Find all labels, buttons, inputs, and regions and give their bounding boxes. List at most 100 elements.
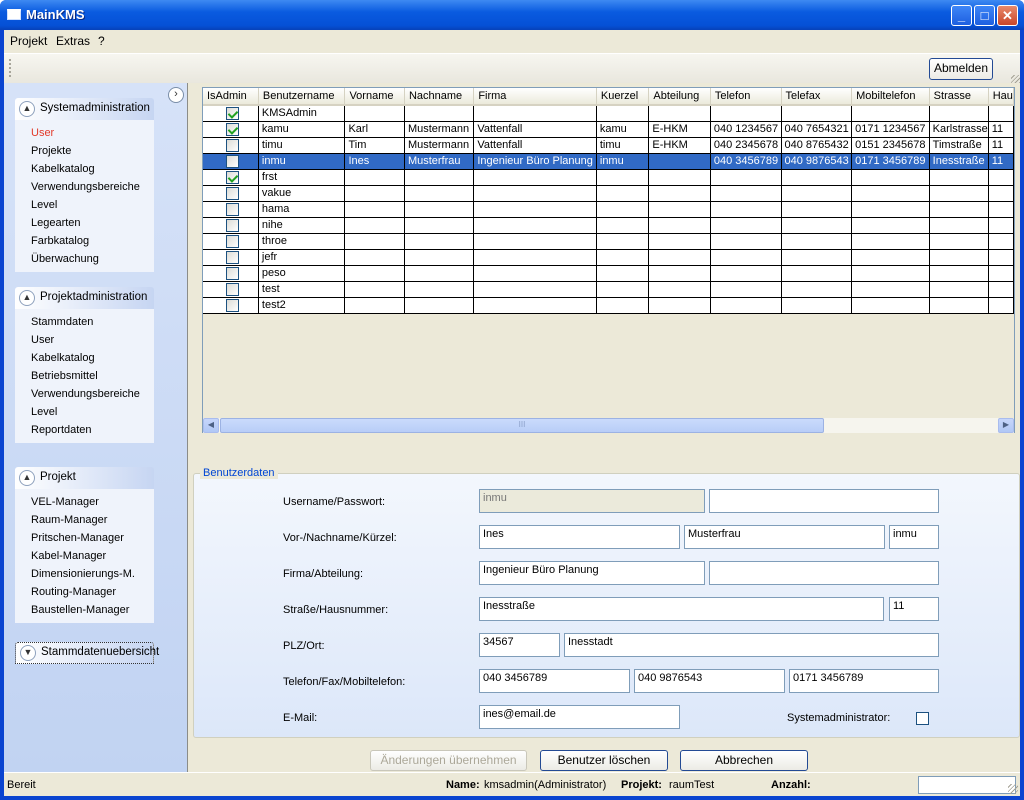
table-cell[interactable] [929, 201, 989, 218]
table-cell[interactable] [988, 265, 1014, 282]
title-bar[interactable]: MainKMS _ □ ✕ [0, 0, 1024, 30]
table-cell[interactable] [648, 105, 711, 122]
table-cell[interactable] [596, 297, 650, 314]
column-header[interactable]: Strasse [929, 88, 989, 106]
street-field[interactable]: Inesstraße [479, 597, 884, 621]
table-cell[interactable] [596, 217, 650, 234]
table-cell[interactable] [344, 201, 405, 218]
table-cell[interactable] [781, 217, 853, 234]
table-cell[interactable]: 0151 2345678 [851, 137, 930, 154]
table-cell[interactable]: 0171 3456789 [851, 153, 930, 170]
table-cell[interactable] [648, 281, 711, 298]
table-row[interactable]: inmu Ines Musterfrau Ingenieur Büro Planung… [203, 153, 1014, 170]
column-header[interactable]: Hau [988, 88, 1014, 106]
table-row[interactable]: frst [203, 169, 1014, 186]
table-row[interactable]: test2 [203, 297, 1014, 314]
table-cell[interactable] [929, 233, 989, 250]
isadmin-checkbox[interactable] [226, 250, 239, 264]
isadmin-checkbox[interactable] [226, 202, 239, 216]
isadmin-cell[interactable] [203, 169, 259, 186]
sidebar-item-level[interactable]: Level [31, 403, 154, 421]
isadmin-checkbox[interactable] [226, 154, 239, 168]
sidebar-item-farbkatalog[interactable]: Farbkatalog [31, 232, 154, 250]
table-cell[interactable] [851, 105, 930, 122]
table-cell[interactable]: inmu [258, 153, 346, 170]
table-cell[interactable] [404, 297, 475, 314]
city-field[interactable]: Inesstadt [564, 633, 939, 657]
table-cell[interactable]: Ingenieur Büro Planung [473, 153, 597, 170]
table-cell[interactable] [988, 297, 1014, 314]
menu-help[interactable]: ? [98, 34, 105, 48]
table-cell[interactable]: kamu [596, 121, 650, 138]
column-header[interactable]: Firma [473, 88, 597, 106]
table-cell[interactable]: 040 7654321 [781, 121, 853, 138]
toolbar-grip-icon[interactable] [9, 59, 12, 77]
horizontal-scrollbar[interactable]: ◀ III ▶ [203, 418, 1014, 433]
table-cell[interactable] [988, 201, 1014, 218]
table-cell[interactable] [929, 265, 989, 282]
table-cell[interactable]: 040 1234567 [710, 121, 782, 138]
column-header[interactable]: Nachname [404, 88, 475, 106]
table-cell[interactable]: timu [596, 137, 650, 154]
table-row[interactable]: peso [203, 265, 1014, 282]
group-header[interactable]: ▲ Projektadministration [15, 287, 154, 309]
table-row[interactable]: throe [203, 233, 1014, 250]
table-cell[interactable] [781, 201, 853, 218]
table-cell[interactable] [404, 201, 475, 218]
table-cell[interactable] [473, 105, 597, 122]
column-header[interactable]: Telefax [781, 88, 853, 106]
table-row[interactable]: kamu Karl Mustermann Vattenfall kamu E-HKM 040… [203, 121, 1014, 138]
table-cell[interactable]: 040 3456789 [710, 153, 782, 170]
table-cell[interactable] [988, 233, 1014, 250]
table-cell[interactable] [929, 169, 989, 186]
sidebar-item-raum-manager[interactable]: Raum-Manager [31, 511, 154, 529]
table-cell[interactable] [404, 169, 475, 186]
table-cell[interactable] [781, 105, 853, 122]
table-cell[interactable] [404, 185, 475, 202]
table-cell[interactable]: 11 [988, 137, 1014, 154]
table-cell[interactable] [929, 297, 989, 314]
mobile-field[interactable]: 0171 3456789 [789, 669, 939, 693]
table-cell[interactable] [851, 233, 930, 250]
table-cell[interactable] [929, 185, 989, 202]
table-cell[interactable] [648, 201, 711, 218]
lastname-field[interactable]: Musterfrau [684, 525, 885, 549]
table-cell[interactable] [781, 265, 853, 282]
table-cell[interactable] [648, 249, 711, 266]
sidebar-item-pritschen-manager[interactable]: Pritschen-Manager [31, 529, 154, 547]
table-cell[interactable] [596, 281, 650, 298]
isadmin-cell[interactable] [203, 249, 259, 266]
table-cell[interactable] [851, 281, 930, 298]
table-cell[interactable] [988, 281, 1014, 298]
sidebar-item-routing-manager[interactable]: Routing-Manager [31, 583, 154, 601]
username-field[interactable]: inmu [479, 489, 705, 513]
sidebar-item-ueberwachung[interactable]: Überwachung [31, 250, 154, 268]
table-cell[interactable]: hama [258, 201, 346, 218]
table-cell[interactable] [710, 217, 782, 234]
table-cell[interactable] [988, 217, 1014, 234]
table-cell[interactable] [988, 169, 1014, 186]
table-cell[interactable] [404, 105, 475, 122]
table-row[interactable]: nihe [203, 217, 1014, 234]
sidebar-item-dimensionierungs-manager[interactable]: Dimensionierungs-M. [31, 565, 154, 583]
table-cell[interactable] [473, 217, 597, 234]
sidebar-item-verwendungsbereiche[interactable]: Verwendungsbereiche [31, 178, 154, 196]
table-cell[interactable]: test [258, 281, 346, 298]
table-cell[interactable] [710, 201, 782, 218]
isadmin-cell[interactable] [203, 297, 259, 314]
column-header[interactable]: Kuerzel [596, 88, 650, 106]
isadmin-checkbox[interactable] [226, 266, 239, 280]
table-cell[interactable] [929, 281, 989, 298]
table-cell[interactable] [851, 217, 930, 234]
isadmin-cell[interactable] [203, 121, 259, 138]
table-cell[interactable]: Musterfrau [404, 153, 475, 170]
table-cell[interactable] [781, 249, 853, 266]
table-cell[interactable] [781, 297, 853, 314]
sidebar-item-stammdaten[interactable]: Stammdaten [31, 313, 154, 331]
isadmin-checkbox[interactable] [226, 106, 239, 120]
table-cell[interactable]: Mustermann [404, 137, 475, 154]
sidebar-item-betriebsmittel[interactable]: Betriebsmittel [31, 367, 154, 385]
scroll-left-icon[interactable]: ◀ [203, 418, 219, 433]
table-cell[interactable] [344, 265, 405, 282]
firstname-field[interactable]: Ines [479, 525, 680, 549]
